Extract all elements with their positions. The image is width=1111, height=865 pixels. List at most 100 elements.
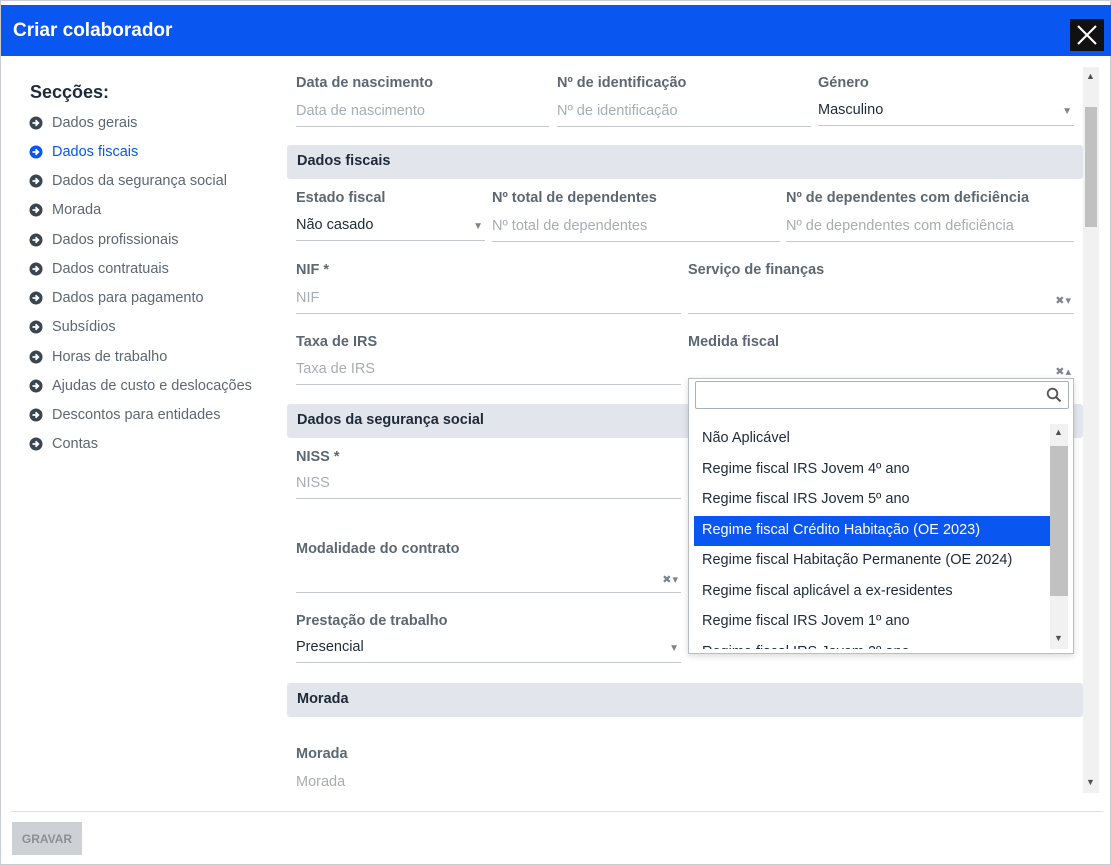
arrow-circle-right-icon [29, 262, 43, 276]
birth-date-input[interactable]: Data de nascimento [296, 97, 549, 127]
dialog-title: Criar colaborador [13, 20, 173, 41]
sidebar-item-label: Dados gerais [52, 115, 138, 131]
scroll-up-icon[interactable]: ▲ [1054, 427, 1063, 437]
scroll-up-icon[interactable]: ▲ [1086, 71, 1095, 81]
dropdown-option[interactable]: Regime fiscal IRS Jovem 1º ano [694, 607, 1050, 638]
chevron-down-icon: ▼ [473, 221, 483, 232]
fiscal-measure-label: Medida fiscal [688, 334, 780, 350]
nif-label: NIF * [296, 262, 330, 278]
dropdown-option[interactable]: Regime fiscal Habitação Permanente (OE 2… [694, 546, 1050, 577]
chevron-down-icon: ▼ [1062, 106, 1072, 117]
sidebar-item-label: Horas de trabalho [52, 349, 168, 365]
sidebar-item-label: Morada [52, 202, 102, 218]
sidebar-item-label: Ajudas de custo e deslocações [52, 378, 252, 394]
dropdown-option[interactable]: Regime fiscal IRS Jovem 4º ano [694, 455, 1050, 486]
work-mode-select[interactable]: Presencial ▼ [296, 633, 681, 663]
scroll-down-icon[interactable]: ▼ [1054, 633, 1063, 643]
arrow-circle-right-icon [29, 408, 43, 422]
irs-rate-label: Taxa de IRS [296, 334, 378, 350]
address-input[interactable]: Morada [296, 768, 681, 797]
disabled-dependents-label: Nº de dependentes com deficiência [786, 190, 1030, 206]
close-icon [1077, 25, 1097, 45]
arrow-circle-right-icon [29, 233, 43, 247]
sidebar-item[interactable]: Dados contratuais [29, 259, 169, 279]
nif-input[interactable]: NIF [296, 284, 681, 314]
sidebar-item[interactable]: Horas de trabalho [29, 347, 167, 367]
sidebar-item[interactable]: Ajudas de custo e deslocações [29, 376, 252, 396]
gender-label: Género [818, 75, 869, 91]
address-label: Morada [296, 746, 348, 762]
sidebar-item-label: Dados contratuais [52, 261, 169, 277]
niss-input[interactable]: NISS [296, 469, 681, 499]
sidebar-item[interactable]: Dados gerais [29, 113, 137, 133]
content-scrollbar-thumb[interactable] [1085, 107, 1097, 227]
sidebar-item-label: Descontos para entidades [52, 407, 221, 423]
dropdown-option[interactable]: Regime fiscal IRS Jovem 5º ano [694, 485, 1050, 516]
birth-date-label: Data de nascimento [296, 75, 433, 91]
gender-value: Masculino [818, 102, 884, 118]
sidebar-item[interactable]: Contas [29, 434, 98, 454]
disabled-dependents-input[interactable]: Nº de dependentes com deficiência [786, 212, 1074, 242]
chevron-down-icon: ▼ [669, 643, 679, 654]
search-icon [1046, 387, 1062, 403]
dialog-titlebar: Criar colaborador [1, 5, 1111, 56]
fiscal-status-label: Estado fiscal [296, 190, 386, 206]
finance-service-label: Serviço de finanças [688, 262, 825, 278]
sidebar-item-label: Contas [52, 436, 98, 452]
dropdown-option[interactable]: Não Aplicável [694, 424, 1050, 455]
sidebar-item[interactable]: Dados profissionais [29, 230, 179, 250]
sidebar-item[interactable]: Morada [29, 200, 101, 220]
dependents-label: Nº total de dependentes [492, 190, 657, 206]
section-address-header: Morada [287, 683, 1083, 717]
sidebar-item[interactable]: Dados da segurança social [29, 171, 227, 191]
sidebar-item-label: Dados para pagamento [52, 290, 204, 306]
sidebar-item[interactable]: Dados fiscais [29, 142, 138, 162]
save-button[interactable]: GRAVAR [12, 822, 82, 855]
arrow-circle-right-icon [29, 145, 43, 159]
niss-label: NISS * [296, 449, 340, 465]
arrow-circle-right-icon [29, 350, 43, 364]
arrow-circle-right-icon [29, 116, 43, 130]
fiscal-status-value: Não casado [296, 217, 374, 233]
dropdown-option[interactable]: Regime fiscal Crédito Habitação (OE 2023… [694, 515, 1050, 546]
arrow-circle-right-icon [29, 174, 43, 188]
sidebar-item-label: Dados fiscais [52, 144, 139, 160]
dropdown-search-input[interactable] [695, 381, 1069, 409]
finance-service-select[interactable]: ✖▾ [688, 284, 1074, 314]
content-scrollbar[interactable]: ▲ ▼ [1083, 67, 1099, 793]
irs-rate-input[interactable]: Taxa de IRS [296, 355, 681, 385]
dropdown-option[interactable]: Regime fiscal IRS Jovem 2º ano [694, 638, 1050, 650]
dropdown-scrollbar-thumb[interactable] [1050, 446, 1068, 596]
clear-chevron-icon: ✖▾ [662, 574, 679, 586]
sidebar-item-label: Dados profissionais [52, 232, 179, 248]
fiscal-status-select[interactable]: Não casado ▼ [296, 211, 485, 241]
fiscal-measure-dropdown: Não Aplicável Regime fiscal IRS Jovem 4º … [688, 378, 1074, 654]
clear-chevron-up-icon: ✖▴ [1055, 366, 1072, 378]
sidebar-item-label: Dados da segurança social [52, 173, 227, 189]
close-button[interactable] [1070, 19, 1104, 51]
dropdown-scrollbar[interactable]: ▲ ▼ [1050, 424, 1068, 649]
sections-heading: Secções: [30, 82, 110, 102]
gender-select[interactable]: Masculino ▼ [818, 96, 1074, 126]
sidebar-item[interactable]: Subsídios [29, 317, 116, 337]
dropdown-option[interactable]: Regime fiscal aplicável a ex-residentes [694, 577, 1050, 608]
clear-chevron-icon: ✖▾ [1055, 295, 1072, 307]
create-employee-dialog: Criar colaborador Secções: Dados gerais D… [0, 0, 1111, 865]
arrow-circle-right-icon [29, 437, 43, 451]
dependents-input[interactable]: Nº total de dependentes [492, 212, 780, 242]
id-number-input[interactable]: Nº de identificação [557, 97, 811, 127]
contract-type-label: Modalidade do contrato [296, 541, 460, 557]
section-fiscal-header: Dados fiscais [287, 145, 1083, 179]
sidebar-item[interactable]: Descontos para entidades [29, 405, 220, 425]
work-mode-value: Presencial [296, 639, 364, 655]
sidebar-item-label: Subsídios [52, 319, 116, 335]
scroll-down-icon[interactable]: ▼ [1086, 777, 1095, 787]
contract-type-select[interactable]: ✖▾ [296, 563, 681, 593]
arrow-circle-right-icon [29, 203, 43, 217]
arrow-circle-right-icon [29, 379, 43, 393]
id-number-label: Nº de identificação [557, 75, 687, 91]
arrow-circle-right-icon [29, 320, 43, 334]
dropdown-options-list: Não Aplicável Regime fiscal IRS Jovem 4º … [694, 424, 1050, 649]
sidebar-item[interactable]: Dados para pagamento [29, 288, 204, 308]
footer-divider [11, 811, 1103, 812]
